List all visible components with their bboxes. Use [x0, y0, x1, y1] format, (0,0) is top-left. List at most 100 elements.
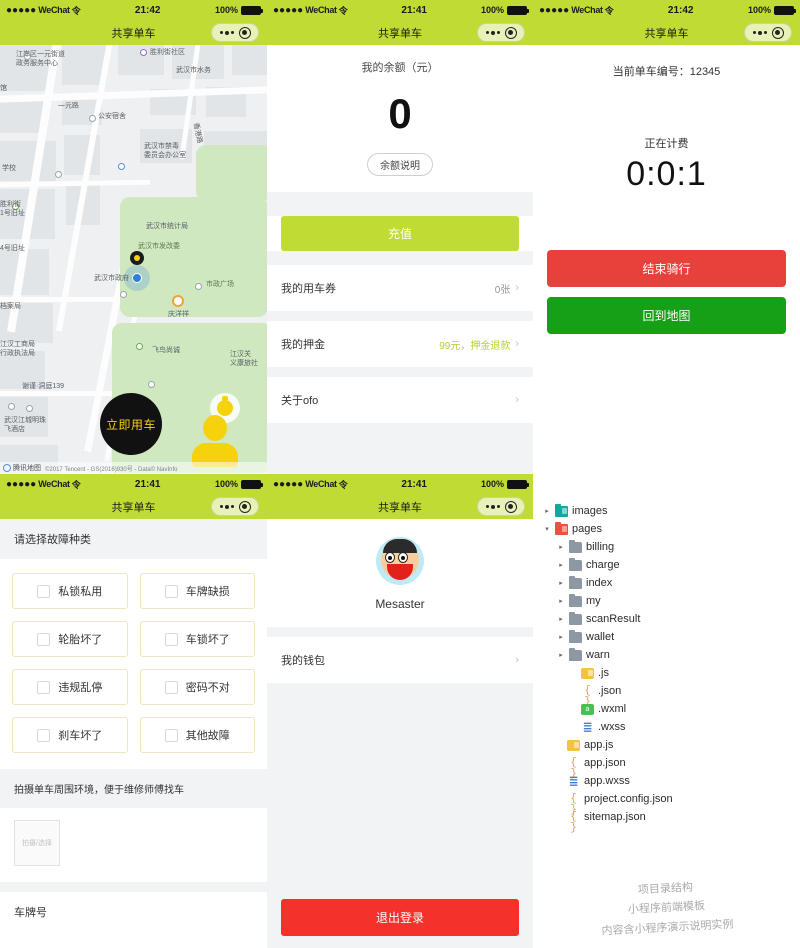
- wechat-capsule-button[interactable]: [211, 497, 259, 516]
- tree-node-charge[interactable]: ▸ charge: [543, 556, 800, 574]
- status-bar-clock: 21:41: [401, 4, 427, 16]
- map-poi-dot: [26, 405, 33, 412]
- tree-node-pages[interactable]: ▾ pages: [543, 520, 800, 538]
- chevron-right-icon[interactable]: ▸: [557, 543, 565, 551]
- map-label: 武汉市发改委: [138, 243, 180, 250]
- tree-node-json[interactable]: { } .json: [543, 682, 800, 707]
- checkbox-icon[interactable]: [164, 728, 178, 742]
- recharge-button[interactable]: 充值: [281, 216, 519, 251]
- close-target-icon[interactable]: [504, 26, 517, 39]
- plate-number-input[interactable]: [14, 930, 253, 948]
- checkbox-icon[interactable]: [37, 680, 51, 694]
- wechat-capsule-button[interactable]: [744, 23, 792, 42]
- tree-node-images[interactable]: ▸ images: [543, 502, 800, 520]
- checkbox-icon[interactable]: [37, 632, 51, 646]
- tree-node-my[interactable]: ▸ my: [543, 592, 800, 610]
- chevron-down-icon[interactable]: ▾: [543, 525, 551, 533]
- tree-node-sitemap[interactable]: { } sitemap.json: [543, 808, 800, 833]
- more-icon[interactable]: [219, 504, 234, 509]
- map-bike-pin-icon[interactable]: [130, 251, 144, 265]
- tree-node-wxml[interactable]: a .wxml: [543, 700, 800, 718]
- wechat-capsule-button[interactable]: [477, 497, 525, 516]
- map-label: 胜利街 1号旧址: [0, 201, 25, 217]
- nav-bar: 共享单车: [533, 20, 800, 45]
- chevron-right-icon[interactable]: ▸: [557, 633, 565, 641]
- tree-node-app-json[interactable]: { } app.json: [543, 754, 800, 779]
- fault-option[interactable]: 刹车坏了: [12, 717, 128, 753]
- more-icon[interactable]: [485, 30, 500, 35]
- map-canvas[interactable]: 江岸区一元街道 政务服务中心 胜利街社区 武汉市水务 馆 一元路 公安宿舍 武汉市…: [0, 45, 267, 474]
- checkbox-icon[interactable]: [164, 680, 178, 694]
- photo-upload-button[interactable]: 拍摄/选择: [14, 820, 60, 866]
- tree-node-wallet[interactable]: ▸ wallet: [543, 628, 800, 646]
- more-icon[interactable]: [752, 30, 767, 35]
- tree-node-label: my: [586, 595, 601, 607]
- fault-option[interactable]: 违规乱停: [12, 669, 128, 705]
- tree-node-project-config[interactable]: { } project.config.json: [543, 790, 800, 815]
- balance-explanation-button[interactable]: 余额说明: [367, 153, 433, 176]
- chevron-right-icon[interactable]: ▸: [557, 615, 565, 623]
- tree-node-billing[interactable]: ▸ billing: [543, 538, 800, 556]
- more-icon[interactable]: [485, 504, 500, 509]
- use-bike-now-button[interactable]: 立即用车: [100, 393, 162, 455]
- status-bar-clock: 21:42: [134, 4, 161, 16]
- row-my-coupons[interactable]: 我的用车券 0张 ›: [267, 265, 533, 311]
- row-about-ofo[interactable]: 关于ofo ›: [267, 377, 533, 423]
- page-title: 共享单车: [644, 27, 689, 40]
- wechat-capsule-button[interactable]: [477, 23, 525, 42]
- close-target-icon[interactable]: [238, 500, 251, 513]
- fault-option[interactable]: 其他故障: [139, 717, 255, 753]
- close-target-icon[interactable]: [504, 500, 517, 513]
- avatar[interactable]: [376, 537, 424, 585]
- fault-option[interactable]: 密码不对: [139, 669, 255, 705]
- chevron-right-icon[interactable]: ▸: [557, 561, 565, 569]
- tree-node-scanresult[interactable]: ▸ scanResult: [543, 610, 800, 628]
- fault-label: 违规乱停: [58, 682, 103, 694]
- status-bar-clock: 21:41: [134, 478, 161, 490]
- back-to-map-button[interactable]: 回到地图: [547, 297, 786, 334]
- logout-button[interactable]: 退出登录: [281, 899, 519, 936]
- chevron-right-icon[interactable]: ▸: [543, 507, 551, 515]
- chevron-right-icon[interactable]: ▸: [557, 597, 565, 605]
- tencent-map-logo: 腾讯地图: [3, 463, 41, 473]
- fault-option[interactable]: 轮胎坏了: [12, 621, 128, 657]
- chevron-right-icon[interactable]: ▸: [557, 579, 565, 587]
- folder-icon: [569, 629, 582, 643]
- checkbox-icon[interactable]: [37, 584, 51, 598]
- tree-node-app-js[interactable]: app.js: [543, 736, 800, 754]
- tree-node-js[interactable]: .js: [543, 664, 800, 682]
- close-target-icon[interactable]: [771, 26, 784, 39]
- row-my-deposit[interactable]: 我的押金 99元，押金退款 ›: [267, 321, 533, 367]
- tree-node-warn[interactable]: ▸ warn: [543, 646, 800, 664]
- status-bar: ●●●●● WeChat 令 21:42 100%: [533, 0, 800, 20]
- checkbox-icon[interactable]: [164, 584, 178, 598]
- map-label: 飞鸟尚诚: [152, 347, 180, 354]
- fault-option[interactable]: 车牌缺损: [139, 573, 255, 609]
- tencent-logo-text: 腾讯地图: [13, 465, 41, 472]
- fault-option[interactable]: 车锁坏了: [139, 621, 255, 657]
- balance-card: 我的余额（元） 0 余额说明: [267, 45, 533, 192]
- map-marker-orange[interactable]: [172, 295, 184, 307]
- map-label: 武汉市统计局: [146, 223, 188, 230]
- tree-node-label: warn: [586, 649, 610, 661]
- signal-dots-icon: ●●●●●: [273, 4, 304, 16]
- more-icon[interactable]: [219, 30, 234, 35]
- chevron-right-icon[interactable]: ▸: [557, 651, 565, 659]
- close-target-icon[interactable]: [238, 26, 251, 39]
- end-ride-button[interactable]: 结束骑行: [547, 250, 786, 287]
- checkbox-icon[interactable]: [164, 632, 178, 646]
- map-poi-dot: [148, 381, 155, 388]
- tree-node-app-wxss[interactable]: ≣ app.wxss: [543, 772, 800, 790]
- section-divider: [0, 882, 267, 892]
- tree-node-label: app.json: [584, 757, 626, 769]
- tree-node-wxss[interactable]: ≣ .wxss: [543, 718, 800, 736]
- tree-node-index[interactable]: ▸ index: [543, 574, 800, 592]
- user-name: Mesaster: [375, 597, 425, 611]
- wechat-capsule-button[interactable]: [211, 23, 259, 42]
- status-bar-right: 100%: [481, 5, 529, 15]
- row-my-wallet[interactable]: 我的钱包 ›: [267, 637, 533, 683]
- checkbox-icon[interactable]: [37, 728, 51, 742]
- chevron-right-icon: ›: [515, 654, 519, 666]
- status-bar: ●●●●● WeChat 令 21:42 100%: [0, 0, 267, 20]
- fault-option[interactable]: 私锁私用: [12, 573, 128, 609]
